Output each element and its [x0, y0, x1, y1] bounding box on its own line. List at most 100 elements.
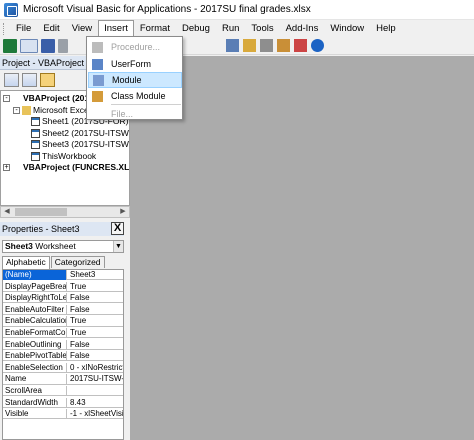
- tab-categorized[interactable]: Categorized: [50, 256, 105, 268]
- property-value[interactable]: 0 - xlNoRestrictions: [68, 363, 123, 373]
- sheet-icon: [31, 151, 40, 161]
- tree-item[interactable]: ThisWorkbook: [31, 151, 96, 162]
- property-row[interactable]: DisplayRightToLeft False: [3, 293, 123, 304]
- scroll-thumb[interactable]: [15, 208, 67, 216]
- properties-window-icon[interactable]: [260, 39, 273, 52]
- insert-menu-item-label: UserForm: [111, 59, 151, 69]
- userform-icon: [92, 58, 103, 70]
- property-value[interactable]: 8.43: [68, 398, 123, 408]
- property-name: EnableSelection: [3, 362, 67, 373]
- property-row[interactable]: EnablePivotTable False: [3, 351, 123, 362]
- save-icon[interactable]: [41, 38, 55, 53]
- scroll-right-icon[interactable]: ▶: [117, 207, 129, 217]
- properties-grid[interactable]: (Name)Sheet3DisplayPageBreaksTrueDisplay…: [2, 269, 124, 440]
- property-row[interactable]: StandardWidth 8.43: [3, 397, 123, 408]
- tab-alphabetic[interactable]: Alphabetic: [2, 256, 50, 269]
- collapse-icon[interactable]: -: [13, 106, 20, 114]
- property-value[interactable]: False: [68, 305, 123, 315]
- menu-bar: File Edit View Insert Format Debug Run Tools Add…: [0, 20, 474, 37]
- property-value[interactable]: 2017SU-ITSW-1: [68, 374, 123, 384]
- property-value[interactable]: Sheet3: [68, 270, 123, 280]
- chevron-down-icon[interactable]: ▼: [113, 241, 123, 252]
- object-browser-icon[interactable]: [277, 39, 290, 52]
- menu-edit[interactable]: Edit: [37, 20, 65, 37]
- folder-icon: [22, 105, 31, 115]
- insert-menu-module[interactable]: Module: [88, 72, 182, 88]
- project-tree-hscrollbar[interactable]: ◀ ▶: [0, 206, 130, 218]
- close-icon[interactable]: X: [111, 222, 124, 235]
- toolbox-icon[interactable]: [294, 39, 307, 52]
- menu-tools[interactable]: Tools: [245, 20, 279, 37]
- menu-format[interactable]: Format: [134, 20, 176, 37]
- menu-run[interactable]: Run: [216, 20, 245, 37]
- insert-userform-icon[interactable]: [20, 38, 38, 53]
- property-name: DisplayPageBreaks: [5, 281, 67, 292]
- help-icon[interactable]: [311, 39, 324, 52]
- menu-debug[interactable]: Debug: [176, 20, 216, 37]
- property-row[interactable]: Visible-1 - xlSheetVisible: [3, 409, 123, 420]
- title-bar: Microsoft Visual Basic for Applications …: [0, 0, 474, 20]
- view-excel-icon[interactable]: [3, 38, 17, 53]
- menu-file[interactable]: File: [10, 20, 37, 37]
- view-object-button[interactable]: [22, 73, 37, 87]
- menu-help[interactable]: Help: [370, 20, 402, 37]
- insert-menu-dropdown: Procedure... UserForm Module Class Module Fi…: [86, 36, 183, 120]
- insert-menu-procedure[interactable]: Procedure...: [88, 39, 182, 55]
- property-row[interactable]: Name 2017SU-ITSW-1: [3, 374, 123, 385]
- toggle-folders-button[interactable]: [40, 73, 55, 87]
- insert-menu-item-label: Module: [112, 75, 142, 85]
- object-type: Worksheet: [35, 241, 76, 251]
- view-code-button[interactable]: [4, 73, 19, 87]
- property-value[interactable]: True: [68, 282, 123, 292]
- property-name: EnableFormatConditionsCalculation: [5, 328, 67, 338]
- property-row[interactable]: EnableSelection0 - xlNoRestrictions: [3, 362, 123, 374]
- collapse-icon[interactable]: -: [3, 95, 10, 102]
- property-value[interactable]: -1 - xlSheetVisible: [68, 409, 123, 419]
- insert-menu-class-module[interactable]: Class Module: [88, 88, 182, 104]
- property-value[interactable]: False: [68, 340, 123, 350]
- module-icon: [93, 74, 104, 86]
- sheet-icon: [31, 117, 40, 126]
- tree-item-label: ThisWorkbook: [42, 150, 97, 161]
- property-row[interactable]: EnableOutlining False: [3, 339, 123, 350]
- procedure-icon: [92, 41, 103, 53]
- expand-icon[interactable]: +: [3, 164, 10, 171]
- insert-menu-item-label: Class Module: [111, 91, 166, 101]
- tree-item-label: Sheet3 (2017SU-ITSW-1): [42, 139, 130, 149]
- properties-tabs: Alphabetic Categorized: [2, 256, 106, 269]
- property-value[interactable]: True: [68, 328, 123, 338]
- cut-icon[interactable]: [58, 38, 68, 53]
- property-row[interactable]: (Name) Sheet3: [3, 270, 123, 281]
- project-icon: [12, 94, 21, 103]
- property-value[interactable]: False: [68, 293, 123, 303]
- property-name: Name: [3, 374, 67, 385]
- insert-menu-userform[interactable]: UserForm: [88, 56, 182, 72]
- property-row[interactable]: EnableAutoFilter False: [3, 304, 123, 316]
- property-row[interactable]: DisplayPageBreaksTrue: [3, 281, 123, 292]
- property-value[interactable]: [68, 386, 123, 396]
- project-explorer-icon[interactable]: [243, 39, 256, 52]
- tree-item[interactable]: Sheet2 (2017SU-ITSW): [31, 128, 129, 139]
- property-row[interactable]: ScrollArea: [3, 386, 123, 397]
- menu-insert[interactable]: Insert: [98, 20, 134, 37]
- tree-item[interactable]: Sheet3 (2017SU-ITSW-1): [31, 139, 130, 150]
- project-icon: [12, 163, 21, 172]
- property-name: Visible: [3, 409, 67, 420]
- standard-toolbar: [0, 37, 474, 55]
- design-mode-icon[interactable]: [226, 39, 239, 52]
- menu-addins[interactable]: Add-Ins: [280, 20, 325, 37]
- property-value[interactable]: False: [68, 351, 123, 361]
- menu-window[interactable]: Window: [324, 20, 370, 37]
- object-selector[interactable]: Sheet3 Worksheet ▼: [2, 240, 124, 253]
- property-row[interactable]: EnableCalculation True: [3, 316, 123, 327]
- property-name: (Name): [3, 270, 67, 280]
- property-value[interactable]: True: [68, 316, 123, 326]
- menu-separator: [111, 104, 181, 105]
- scroll-left-icon[interactable]: ◀: [1, 207, 13, 217]
- property-row[interactable]: EnableFormatConditionsCalculationTrue: [3, 328, 123, 339]
- tree-item[interactable]: + VBAProject (FUNCRES.XLAM): [3, 162, 129, 173]
- insert-menu-file[interactable]: File...: [88, 106, 182, 122]
- menu-view[interactable]: View: [66, 20, 98, 37]
- menu-grip: [3, 22, 6, 35]
- property-name: EnableAutoFilter: [3, 304, 67, 315]
